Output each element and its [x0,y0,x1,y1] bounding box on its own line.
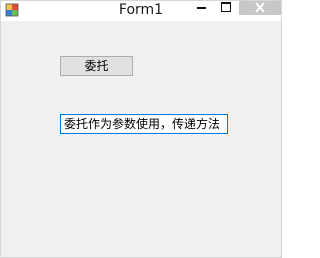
delegate-button[interactable]: 委托 [60,56,133,76]
close-icon [255,2,265,13]
output-textbox[interactable]: 委托作为参数使用，传递方法 [60,114,228,134]
minimize-icon [197,7,206,9]
app-icon[interactable] [5,3,19,17]
maximize-button[interactable] [215,1,237,15]
form1-window: Form1 委托 委托作为参数使用，传递方法 [0,0,282,258]
maximize-icon [221,2,231,12]
close-button[interactable] [239,1,281,15]
minimize-button[interactable] [191,1,213,15]
title-bar[interactable]: Form1 [1,1,281,21]
form-client-area [1,21,281,257]
